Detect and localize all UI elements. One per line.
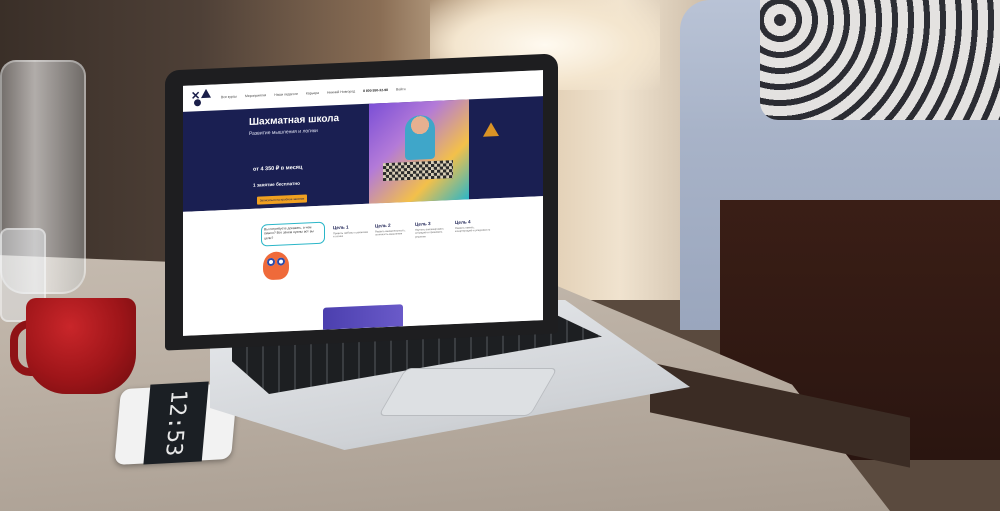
trial-lesson-button[interactable]: Записаться на пробное занятие <box>257 194 307 205</box>
laptop-trackpad <box>378 368 558 416</box>
hero-title: Шахматная школа <box>249 113 340 128</box>
goal-item: Цель 4 Развить память, концентрацию и ус… <box>455 218 491 233</box>
header-phone[interactable]: 8 800 550-32-98 <box>363 88 388 93</box>
phone-clock: 12:53 <box>143 381 209 465</box>
hero-price: от 4 350 ₽ в месяц <box>253 164 303 173</box>
city-selector[interactable]: Нижний Новгород <box>327 89 355 94</box>
child-photo <box>405 114 435 161</box>
red-mug <box>26 298 136 394</box>
hero-section: Шахматная школа Развитие мышления и логи… <box>183 96 543 212</box>
goals-section: Вы потребуете доказать, в чем смысл? Вот… <box>183 196 543 336</box>
nav-events[interactable]: Мероприятия <box>245 93 266 98</box>
speech-bubble: Вы потребуете доказать, в чем смысл? Вот… <box>261 221 325 247</box>
laptop-screen: ✕ Все курсы Мероприятия Наши педагоги Ка… <box>183 70 543 336</box>
goal-text: Развить внимательность, логичность мышле… <box>375 229 406 237</box>
goal-item: Цель 2 Развить внимательность, логичност… <box>375 222 411 237</box>
goal-title: Цель 3 <box>415 221 431 227</box>
video-preview-card[interactable] <box>323 304 403 330</box>
nav-career[interactable]: Карьера <box>306 91 319 96</box>
chessboard <box>383 160 453 182</box>
goal-item: Цель 1 Привить любовь к шахматам и логик… <box>333 224 369 239</box>
school-logo[interactable]: ✕ <box>191 88 213 108</box>
goal-item: Цель 3 Научить анализировать ситуацию и … <box>415 220 451 239</box>
nav-teachers[interactable]: Наши педагоги <box>274 92 298 97</box>
goal-text: Развить память, концентрацию и усидчивос… <box>455 226 491 234</box>
patterned-pillow <box>760 0 1000 120</box>
triangle-decoration <box>483 122 499 137</box>
goal-text: Привить любовь к шахматам и логике <box>333 230 368 239</box>
goal-text: Научить анализировать ситуацию и принима… <box>415 227 444 239</box>
photo-scene: 12:53 ✕ Все курсы Мероприятия Наши педаг… <box>0 0 1000 511</box>
login-link[interactable]: Войти <box>396 87 406 91</box>
hero-free-lesson: 1 занятие бесплатно <box>253 180 300 188</box>
hero-subtitle: Развитие мышления и логики <box>249 127 318 137</box>
nav-all-courses[interactable]: Все курсы <box>221 95 237 100</box>
owl-mascot <box>263 251 289 281</box>
goal-title: Цель 1 <box>333 224 349 231</box>
goal-title: Цель 4 <box>455 219 471 225</box>
goal-title: Цель 2 <box>375 222 391 229</box>
